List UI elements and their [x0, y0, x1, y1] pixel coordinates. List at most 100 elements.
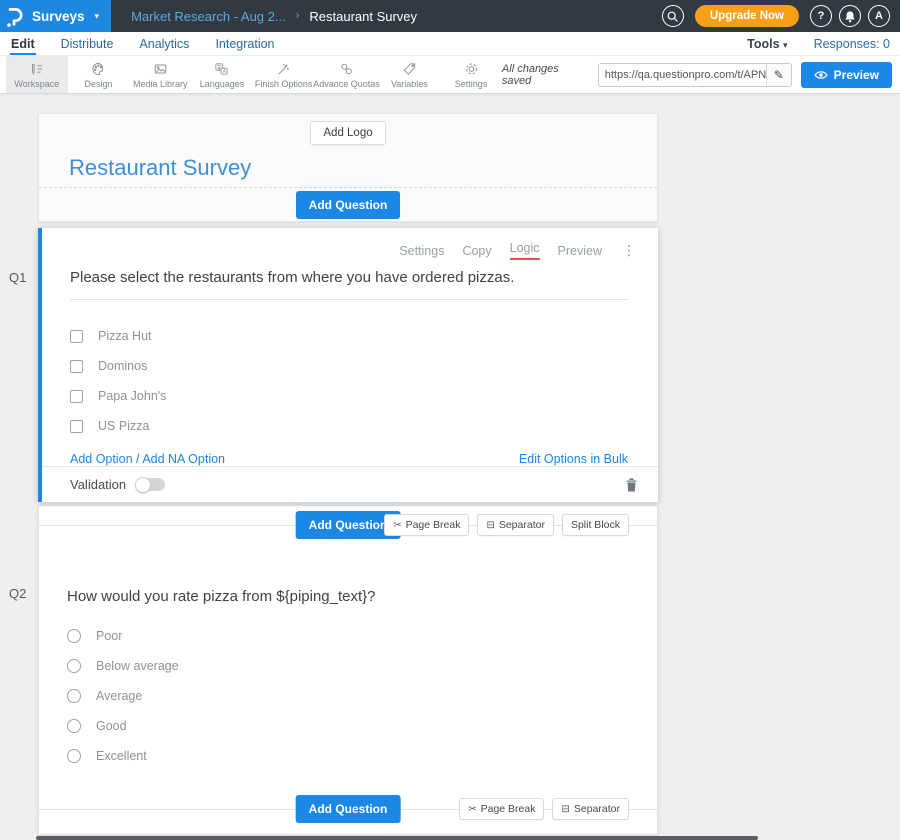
- option-label[interactable]: Good: [96, 719, 127, 733]
- question-2-card: Add Question ✂Page Break ⊟Separator Spli…: [38, 505, 658, 835]
- save-status: All changes saved: [502, 63, 587, 87]
- add-logo-button[interactable]: Add Logo: [310, 121, 385, 145]
- image-icon: [152, 61, 169, 77]
- survey-header-card: Add Logo Restaurant Survey Add Question: [38, 113, 658, 222]
- question-mark-icon: ?: [818, 10, 825, 22]
- toolbar-item-media-library[interactable]: Media Library: [129, 56, 191, 93]
- tab-analytics[interactable]: Analytics: [138, 32, 190, 55]
- radio-button[interactable]: [67, 689, 81, 703]
- translate-icon: A: [213, 61, 230, 77]
- split-block-button[interactable]: Split Block: [562, 514, 629, 536]
- top-actions: Upgrade Now ? A: [662, 5, 900, 27]
- preview-button[interactable]: Preview: [801, 62, 892, 88]
- radio-button[interactable]: [67, 659, 81, 673]
- account-avatar[interactable]: A: [868, 5, 890, 27]
- kebab-menu-icon[interactable]: ⋮: [622, 246, 636, 256]
- toolbar-item-variables[interactable]: Variables: [379, 56, 441, 93]
- add-question-button[interactable]: Add Question: [296, 191, 401, 219]
- radio-button[interactable]: [67, 629, 81, 643]
- question-1-card: Settings Copy Logic Preview ⋮ Please sel…: [38, 228, 658, 502]
- survey-url-value[interactable]: https://qa.questionpro.com/t/APNrFZgR: [599, 64, 766, 86]
- bell-icon: [844, 10, 856, 23]
- search-icon: [666, 10, 679, 23]
- nav-bar: Edit Distribute Analytics Integration To…: [0, 32, 900, 56]
- surveys-menu[interactable]: Surveys ▾: [0, 0, 111, 32]
- question-2-text[interactable]: How would you rate pizza from ${piping_t…: [67, 588, 627, 605]
- validation-toggle[interactable]: [136, 478, 165, 491]
- search-button[interactable]: [662, 5, 684, 27]
- question-1-text[interactable]: Please select the restaurants from where…: [70, 269, 628, 300]
- notifications-button[interactable]: [839, 5, 861, 27]
- responses-count[interactable]: Responses: 0: [814, 37, 890, 51]
- page-break-button[interactable]: ✂Page Break: [459, 798, 544, 820]
- delete-question-button[interactable]: [625, 477, 638, 492]
- option-label[interactable]: Poor: [96, 629, 122, 643]
- breadcrumb: Market Research - Aug 2... › Restaurant …: [131, 9, 417, 24]
- upgrade-now-button[interactable]: Upgrade Now: [695, 5, 799, 27]
- radio-button[interactable]: [67, 749, 81, 763]
- checkbox[interactable]: [70, 420, 83, 433]
- checkbox[interactable]: [70, 360, 83, 373]
- breadcrumb-current: Restaurant Survey: [309, 9, 417, 24]
- survey-title[interactable]: Restaurant Survey: [39, 145, 657, 181]
- tools-menu[interactable]: Tools ▾: [747, 37, 787, 51]
- toolbar-item-workspace[interactable]: Workspace: [6, 56, 68, 93]
- separator-box-icon: ⊟: [561, 804, 569, 815]
- link-divider: /: [136, 452, 139, 466]
- question-preview-link[interactable]: Preview: [558, 244, 602, 258]
- option-label[interactable]: US Pizza: [98, 419, 149, 433]
- question-copy-link[interactable]: Copy: [462, 244, 491, 258]
- add-na-option-link[interactable]: Add NA Option: [142, 452, 225, 466]
- breadcrumb-folder[interactable]: Market Research - Aug 2...: [131, 9, 286, 24]
- checkbox[interactable]: [70, 390, 83, 403]
- editor-toolbar: Workspace Design Media Library A Languag…: [0, 56, 900, 94]
- radio-button[interactable]: [67, 719, 81, 733]
- avatar-initial: A: [875, 10, 883, 22]
- toolbar-item-advance-quotas[interactable]: Advance Quotas: [315, 56, 379, 93]
- tag-icon: [401, 61, 418, 77]
- toolbar-item-settings[interactable]: Settings: [440, 56, 502, 93]
- edit-options-in-bulk-link[interactable]: Edit Options in Bulk: [519, 452, 628, 466]
- tab-integration[interactable]: Integration: [214, 32, 275, 55]
- toolbar-item-finish-options[interactable]: Finish Options: [253, 56, 315, 93]
- question-settings-link[interactable]: Settings: [399, 244, 444, 258]
- workspace-icon: [28, 61, 45, 77]
- option-label[interactable]: Excellent: [96, 749, 147, 763]
- checkbox[interactable]: [70, 330, 83, 343]
- tab-edit[interactable]: Edit: [10, 32, 36, 55]
- scissors-icon: ✂: [468, 804, 476, 815]
- top-bar: Surveys ▾ Market Research - Aug 2... › R…: [0, 0, 900, 32]
- validation-bar: Validation: [42, 466, 658, 502]
- tab-distribute[interactable]: Distribute: [60, 32, 115, 55]
- option-label[interactable]: Papa John's: [98, 389, 166, 403]
- option-row: Below average: [67, 651, 627, 681]
- separator-box-icon: ⊟: [486, 520, 494, 531]
- add-question-row-top: Add Question: [39, 187, 657, 221]
- help-button[interactable]: ?: [810, 5, 832, 27]
- question-2-options: Poor Below average Average Good Excellen…: [67, 621, 627, 771]
- add-option-link[interactable]: Add Option: [70, 452, 133, 466]
- option-row: Pizza Hut: [70, 321, 628, 351]
- edit-url-pencil-icon[interactable]: ✎: [766, 64, 791, 86]
- option-links-row: Add Option / Add NA Option Edit Options …: [70, 452, 628, 466]
- option-label[interactable]: Pizza Hut: [98, 329, 152, 343]
- add-question-row-middle: Add Question ✂Page Break ⊟Separator Spli…: [39, 506, 657, 544]
- option-label[interactable]: Average: [96, 689, 142, 703]
- separator-button[interactable]: ⊟Separator: [552, 798, 629, 820]
- option-label[interactable]: Dominos: [98, 359, 147, 373]
- add-question-button[interactable]: Add Question: [296, 795, 401, 823]
- question-actions: Settings Copy Logic Preview ⋮: [42, 228, 658, 260]
- survey-url-field[interactable]: https://qa.questionpro.com/t/APNrFZgR ✎: [598, 63, 792, 87]
- chain-links-icon: [338, 61, 355, 77]
- question-logic-link[interactable]: Logic: [510, 241, 540, 260]
- page-break-button[interactable]: ✂Page Break: [384, 514, 469, 536]
- separator-button[interactable]: ⊟Separator: [477, 514, 554, 536]
- toolbar-item-languages[interactable]: A Languages: [191, 56, 253, 93]
- chevron-down-icon: ▾: [783, 40, 788, 50]
- add-question-row-bottom: Add Question ✂Page Break ⊟Separator: [39, 790, 657, 828]
- horizontal-scrollbar[interactable]: [36, 836, 758, 840]
- q1-side-label: Q1: [9, 270, 26, 285]
- toolbar-item-design[interactable]: Design: [68, 56, 130, 93]
- nav-tabs: Edit Distribute Analytics Integration: [10, 32, 276, 55]
- option-label[interactable]: Below average: [96, 659, 179, 673]
